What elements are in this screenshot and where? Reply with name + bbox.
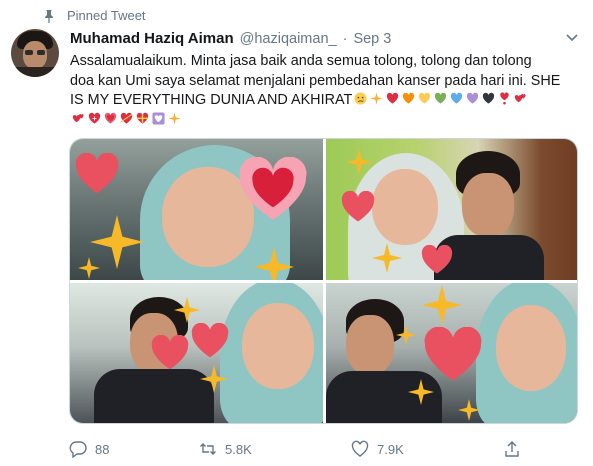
separator-dot: · <box>342 31 348 47</box>
sparkling-heart-emoji <box>88 112 101 125</box>
tweet-media-grid[interactable] <box>69 138 578 424</box>
sparkle-sticker <box>254 247 294 280</box>
sparkle-sticker <box>458 399 480 421</box>
green-heart-emoji <box>434 92 447 105</box>
heart-sticker <box>239 157 307 220</box>
retweet-count: 5.8K <box>225 441 252 457</box>
tweet-header: Muhamad Haziq Aiman @haziqaiman_ · Sep 3 <box>70 30 579 47</box>
sparkle-sticker <box>408 379 434 405</box>
heart-decoration-emoji <box>151 111 165 125</box>
author-name[interactable]: Muhamad Haziq Aiman <box>70 30 234 47</box>
photo-1[interactable] <box>70 139 323 280</box>
share-button[interactable] <box>503 440 521 458</box>
reply-count: 88 <box>95 441 110 457</box>
retweet-button[interactable]: 5.8K <box>199 440 297 458</box>
sparkle-sticker <box>78 257 100 279</box>
blue-heart-emoji <box>450 92 463 105</box>
sparkle-sticker <box>372 243 402 273</box>
pin-icon <box>45 9 53 23</box>
yellow-heart-emoji <box>418 92 431 105</box>
heart-sticker <box>421 245 453 274</box>
heart-with-arrow-emoji <box>119 112 133 125</box>
like-icon <box>351 440 369 457</box>
sparkle-sticker <box>346 149 372 175</box>
tweet-text-line-1: Assalamualaikum. Minta jasa baik anda se… <box>70 53 532 69</box>
sparkle-sticker <box>396 325 416 345</box>
two-hearts-emoji <box>514 92 527 105</box>
tweet-text: Assalamualaikum. Minta jasa baik anda se… <box>70 52 580 130</box>
sparkles-emoji <box>370 92 383 105</box>
tweet-date[interactable]: Sep 3 <box>353 31 391 47</box>
photo-4[interactable] <box>326 283 577 423</box>
tweet-text-line-2: doa kan Umi saya selamat menjalani pembe… <box>70 72 561 89</box>
heart-sticker <box>191 323 229 358</box>
heart-exclamation-emoji <box>498 92 511 105</box>
black-heart-emoji <box>482 92 495 105</box>
sparkle-sticker <box>174 297 200 323</box>
avatar[interactable] <box>11 29 59 77</box>
like-count: 7.9K <box>377 441 404 457</box>
chevron-down-icon[interactable] <box>565 33 579 43</box>
crying-face-emoji <box>354 92 367 105</box>
orange-heart-emoji <box>402 92 415 105</box>
pinned-text: Pinned Tweet <box>67 8 146 23</box>
tweet-text-line-3-text: IS MY EVERYTHING DUNIA AND AKHIRAT <box>70 92 353 108</box>
reply-button[interactable]: 88 <box>69 440 145 458</box>
heart-sticker <box>151 335 189 370</box>
heart-sticker <box>75 153 119 193</box>
heart-with-ribbon-emoji <box>136 112 149 125</box>
reply-icon <box>69 441 87 458</box>
photo-2[interactable] <box>326 139 577 280</box>
retweet-icon <box>200 443 216 455</box>
sparkle-sticker <box>200 365 228 393</box>
pinned-tweet-label: Pinned Tweet <box>43 8 146 23</box>
sparkles-emoji <box>167 111 181 125</box>
emoji-row-2 <box>70 111 580 131</box>
revolving-hearts-emoji <box>72 112 85 125</box>
tweet-actions: 88 5.8K 7.9K <box>69 440 575 458</box>
emoji-row-1 <box>352 92 528 108</box>
like-button[interactable]: 7.9K <box>351 440 449 458</box>
red-heart-emoji <box>386 92 399 105</box>
growing-heart-emoji <box>104 112 117 125</box>
author-handle[interactable]: @haziqaiman_ <box>240 31 337 47</box>
photo-3[interactable] <box>70 283 323 423</box>
tweet-text-line-3: IS MY EVERYTHING DUNIA AND AKHIRAT <box>70 91 580 111</box>
share-icon <box>505 441 519 457</box>
heart-sticker <box>424 327 482 381</box>
sparkle-sticker <box>422 285 462 325</box>
heart-sticker <box>341 191 375 222</box>
purple-heart-emoji <box>466 92 479 105</box>
